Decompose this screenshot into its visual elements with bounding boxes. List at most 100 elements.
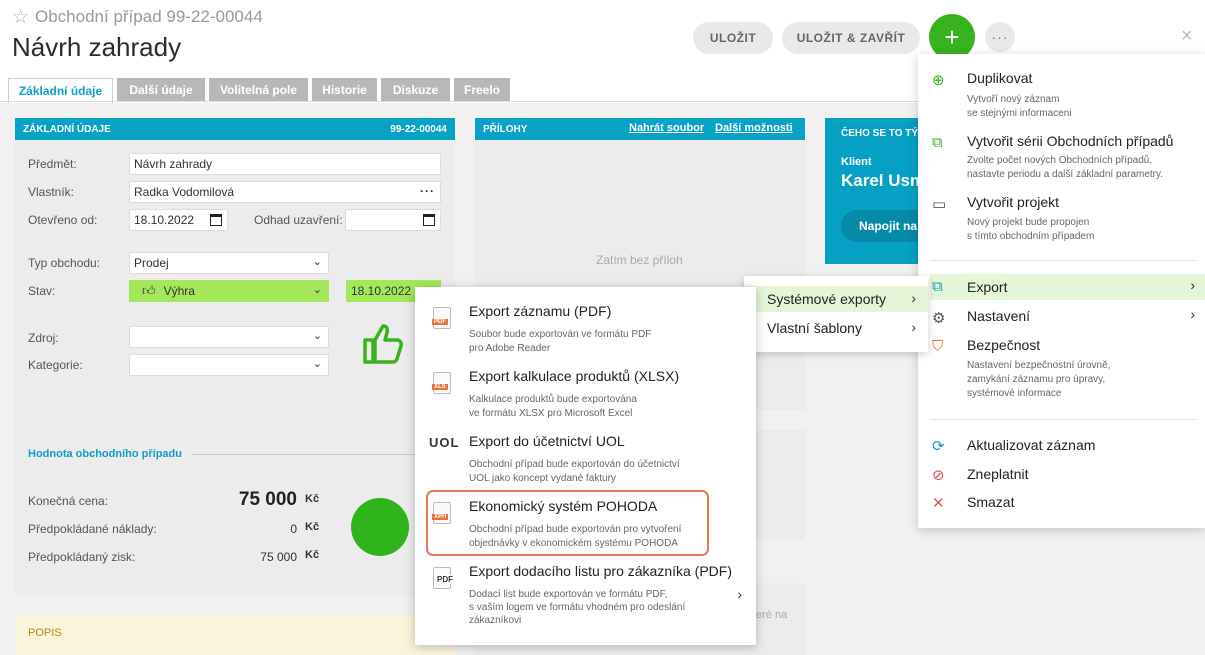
menu-item-label: Vytvořit projekt [967, 194, 1060, 210]
type-select[interactable]: Prodej ⌄ [129, 252, 329, 274]
export-item-label: Export do účetnictví UOL [469, 433, 625, 449]
basic-info-header: ZÁKLADNÍ ÚDAJE 99-22-00044 [15, 118, 455, 140]
attachments-header: PŘÍLOHY Nahrát soubor Další možnosti [475, 118, 805, 140]
export-item-desc: zákazníkovi [469, 615, 522, 626]
basic-info-heading: ZÁKLADNÍ ÚDAJE [23, 123, 111, 135]
close-estimate-label: Odhad uzavření: [254, 213, 343, 227]
empty-attachments-text: Zatím bez příloh [596, 253, 683, 267]
gear-icon: ⚙ [932, 310, 946, 327]
tab-history[interactable]: Historie [312, 78, 377, 101]
client-panel-heading: ČEHO SE TO TÝ [841, 128, 919, 139]
uol-logo-icon: UOL [429, 435, 460, 450]
pdf-file-icon: PDF [433, 567, 455, 589]
menu-divider [930, 419, 1197, 420]
save-close-button[interactable]: ULOŽIT & ZAVŘÍT [782, 22, 920, 54]
menu-item-label: Smazat [967, 494, 1015, 510]
folder-icon: ▭ [932, 196, 947, 213]
subject-input[interactable]: Návrh zahrady [129, 153, 441, 175]
opened-date-input[interactable]: 18.10.2022 [129, 209, 228, 231]
menu-item-label: Zneplatnit [967, 466, 1029, 482]
final-price-label: Konečná cena: [28, 494, 109, 508]
costs-value: 0 [290, 522, 297, 536]
close-icon[interactable]: × [1181, 25, 1193, 48]
final-price-value: 75 000 [238, 489, 297, 510]
currency-label: Kč [305, 493, 320, 505]
state-date-value: 18.10.2022 [351, 284, 412, 298]
export-item-desc: s vaším logem ve formátu vhodném pro ode… [469, 602, 686, 613]
calendar-icon[interactable] [423, 214, 435, 226]
type-label: Typ obchodu: [28, 256, 101, 270]
state-label: Stav: [28, 284, 56, 298]
xls-file-icon: XLS [432, 372, 451, 394]
client-label: Klient [841, 156, 872, 168]
description-heading: POPIS [28, 627, 62, 639]
costs-label: Předpokládané náklady: [28, 522, 157, 536]
export-item-desc: Obchodní případ bude exportován do účetn… [469, 459, 680, 470]
currency-label: Kč [305, 549, 320, 561]
profit-label: Předpokládaný zisk: [28, 550, 136, 564]
deal-value-heading: Hodnota obchodního případu [28, 448, 182, 460]
export-item-desc: Soubor bude exportován ve formátu PDF [469, 329, 652, 340]
owner-input[interactable]: Radka Vodomilová ··· [129, 181, 441, 203]
menu-item-desc: s tímto obchodním případem [967, 231, 1095, 242]
menu-item-desc: Nastavení bezpečnostní úrovně, [967, 360, 1111, 371]
attachments-heading: PŘÍLOHY [483, 123, 528, 135]
category-label: Kategorie: [28, 358, 83, 372]
tab-discussion[interactable]: Diskuze [381, 78, 450, 101]
thumbs-up-icon: 👍︎ [142, 283, 156, 298]
eye-off-icon: ⊘ [932, 467, 945, 484]
menu-item-desc: Vytvoří nový záznam [967, 94, 1060, 105]
source-select[interactable]: ⌄ [129, 326, 329, 348]
tab-more[interactable]: Další údaje [117, 78, 205, 101]
divider [192, 454, 432, 455]
partial-text: eré na [756, 609, 788, 621]
export-item-desc: UOL jako koncept vydané faktury [469, 473, 616, 484]
delete-icon: ✕ [932, 495, 945, 512]
submenu-item-label: Vlastní šablony [767, 320, 862, 336]
menu-item-export[interactable]: ⧉ Export › [930, 274, 1205, 300]
chevron-right-icon: › [737, 586, 742, 602]
selection-highlight [426, 490, 709, 556]
menu-item-label: Aktualizovat záznam [967, 437, 1096, 453]
menu-item-label: Nastavení [967, 308, 1031, 324]
more-options-link[interactable]: Další možnosti [715, 122, 793, 134]
menu-divider [930, 260, 1197, 261]
owner-label: Vlastník: [28, 185, 75, 199]
chevron-right-icon: › [911, 290, 916, 306]
source-label: Zdroj: [28, 331, 59, 345]
owner-more-icon[interactable]: ··· [420, 184, 435, 198]
upload-link[interactable]: Nahrát soubor [629, 122, 704, 134]
submenu-item-custom-templates[interactable]: Vlastní šablony › [744, 315, 928, 341]
basic-info-panel: ZÁKLADNÍ ÚDAJE 99-22-00044 Předmět: Návr… [15, 118, 455, 596]
client-name[interactable]: Karel Usm [841, 171, 925, 191]
profit-chart [351, 498, 409, 556]
currency-label: Kč [305, 521, 320, 533]
export-item-label: Export záznamu (PDF) [469, 303, 612, 319]
chevron-down-icon: ⌄ [312, 284, 322, 296]
refresh-icon: ⟳ [932, 438, 945, 455]
star-icon[interactable]: ☆ [12, 6, 29, 29]
menu-item-desc: Zvolte počet nových Obchodních případů, [967, 155, 1153, 166]
tab-basic[interactable]: Základní údaje [8, 78, 113, 103]
submenu-item-system-exports[interactable]: Systémové exporty › [744, 286, 928, 312]
tab-custom-fields[interactable]: Volitelná pole [209, 78, 308, 101]
chevron-right-icon: › [911, 319, 916, 335]
chevron-down-icon: ⌄ [312, 358, 322, 370]
state-value: Výhra [163, 284, 195, 298]
menu-item-label: Bezpečnost [967, 337, 1041, 353]
copy-icon: ⧉ [932, 134, 943, 151]
save-button[interactable]: ULOŽIT [693, 22, 773, 54]
record-code: 99-22-00044 [390, 123, 447, 135]
duplicate-icon: ⊕ [932, 72, 945, 89]
more-options-button[interactable]: ··· [985, 22, 1015, 52]
state-select[interactable]: 👍︎ Výhra ⌄ [129, 280, 329, 302]
more-options-menu: ⊕ Duplikovat Vytvoří nový záznam se stej… [918, 54, 1205, 528]
subject-label: Předmět: [28, 157, 77, 171]
shield-icon: ⛉ [932, 338, 944, 355]
calendar-icon[interactable] [210, 214, 222, 226]
chevron-right-icon: › [1190, 306, 1195, 322]
tab-freelo[interactable]: Freelo [454, 78, 510, 101]
export-item-desc: Dodací list bude exportován ve formátu P… [469, 589, 668, 600]
category-select[interactable]: ⌄ [129, 354, 329, 376]
close-estimate-input[interactable] [345, 209, 441, 231]
